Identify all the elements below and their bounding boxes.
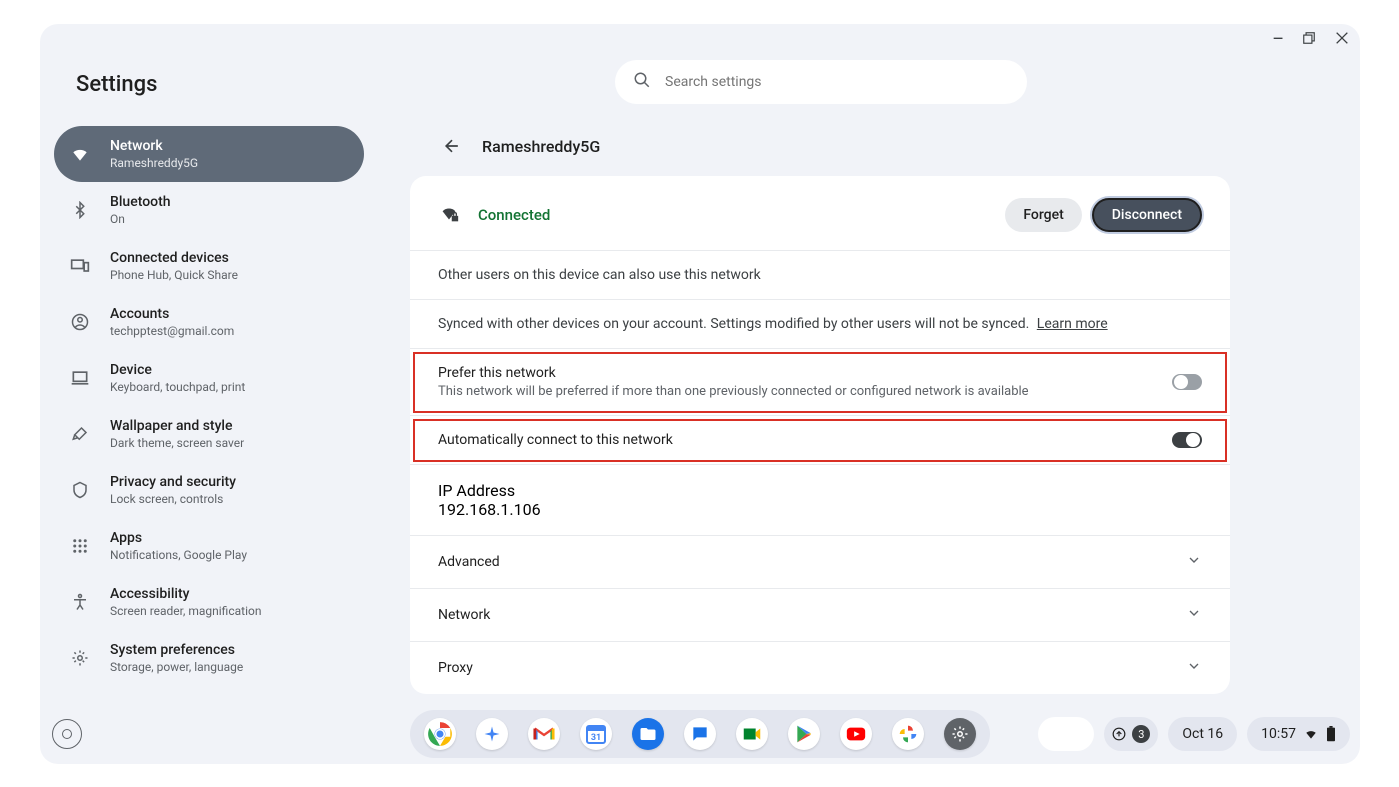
forget-button[interactable]: Forget [1005,198,1081,232]
tray-pen-input[interactable] [1038,717,1094,751]
app-gemini[interactable] [476,718,508,750]
ip-value: 192.168.1.106 [438,500,541,519]
sidebar-item-accounts[interactable]: Accountstechpptest@gmail.com [54,294,364,350]
wifi-lock-icon [438,203,462,227]
search-input[interactable] [665,74,1009,90]
wifi-icon [1304,727,1318,741]
battery-icon [1326,726,1336,742]
tray-status[interactable]: 10:57 [1247,717,1350,751]
app-youtube[interactable] [840,718,872,750]
sidebar-item-accessibility[interactable]: AccessibilityScreen reader, magnificatio… [54,574,364,630]
shared-info-text: Other users on this device can also use … [438,267,761,283]
sidebar-item-bluetooth[interactable]: BluetoothOn [54,182,364,238]
back-button[interactable] [440,134,464,158]
network-detail-card: Connected Forget Disconnect Other users … [410,176,1230,694]
search-icon [633,71,651,93]
sidebar-item-apps[interactable]: AppsNotifications, Google Play [54,518,364,574]
sidebar-item-network[interactable]: Network Rameshreddy5G [54,126,364,182]
auto-title: Automatically connect to this network [438,432,673,448]
app-calendar[interactable]: 31 [580,718,612,750]
launcher-button[interactable] [52,719,82,749]
svg-text:31: 31 [591,733,601,743]
sidebar-item-wallpaper[interactable]: Wallpaper and styleDark theme, screen sa… [54,406,364,462]
wifi-icon [68,142,92,166]
page-title: Rameshreddy5G [482,137,600,156]
shared-info-row: Other users on this device can also use … [410,251,1230,300]
auto-connect-toggle[interactable] [1172,432,1202,448]
auto-connect-row: Automatically connect to this network [410,416,1230,465]
app-title: Settings [76,72,157,97]
app-messages[interactable] [684,718,716,750]
sidebar-label: Network [110,138,198,154]
sidebar: Network Rameshreddy5G BluetoothOn Connect… [54,126,364,686]
app-files[interactable] [632,718,664,750]
sidebar-item-device[interactable]: DeviceKeyboard, touchpad, print [54,350,364,406]
bluetooth-icon [68,198,92,222]
proxy-section[interactable]: Proxy [410,642,1230,694]
account-icon [68,310,92,334]
tray-time: 10:57 [1261,726,1296,742]
gear-icon [68,646,92,670]
network-section[interactable]: Network [410,589,1230,642]
app-play-store[interactable] [788,718,820,750]
chevron-down-icon [1186,605,1202,625]
arrow-up-icon [1112,727,1126,741]
app-chrome[interactable] [424,718,456,750]
devices-icon [68,254,92,278]
sidebar-item-system[interactable]: System preferencesStorage, power, langua… [54,630,364,686]
close-button[interactable] [1334,30,1350,50]
connection-status: Connected [478,206,550,224]
laptop-icon [68,366,92,390]
prefer-network-row: Prefer this network This network will be… [410,349,1230,416]
chevron-down-icon [1186,552,1202,572]
disconnect-button[interactable]: Disconnect [1092,198,1202,232]
sidebar-item-privacy[interactable]: Privacy and securityLock screen, control… [54,462,364,518]
learn-more-link[interactable]: Learn more [1037,316,1108,332]
app-gmail[interactable] [528,718,560,750]
app-photos[interactable] [892,718,924,750]
prefer-desc: This network will be preferred if more t… [438,384,1029,399]
prefer-title: Prefer this network [438,365,1029,381]
main-panel: Rameshreddy5G Connected Forget Disconnec… [410,120,1230,710]
sync-info-row: Synced with other devices on your accoun… [410,300,1230,349]
chevron-down-icon [1186,658,1202,678]
search-bar[interactable] [615,60,1027,104]
ip-address-row: IP Address 192.168.1.106 [410,465,1230,536]
shield-icon [68,478,92,502]
settings-window: – Settings Network Rameshreddy5G Bluetoot… [40,24,1360,764]
notification-count: 3 [1132,725,1150,743]
advanced-section[interactable]: Advanced [410,536,1230,589]
tray-notifications[interactable]: 3 [1104,717,1158,751]
accessibility-icon [68,590,92,614]
ip-label: IP Address [438,481,541,500]
tray-date[interactable]: Oct 16 [1168,717,1237,751]
prefer-network-toggle[interactable] [1172,374,1202,390]
restore-button[interactable] [1302,31,1316,49]
app-dock: 31 [410,710,990,758]
brush-icon [68,422,92,446]
app-meet[interactable] [736,718,768,750]
sidebar-sub: Rameshreddy5G [110,156,198,170]
shelf: 31 3 Oct 16 10:57 [46,710,1354,758]
sync-info-text: Synced with other devices on your accoun… [438,316,1108,332]
window-controls: – [1272,30,1350,50]
sidebar-item-connected-devices[interactable]: Connected devicesPhone Hub, Quick Share [54,238,364,294]
app-settings[interactable] [944,718,976,750]
apps-icon [68,534,92,558]
minimize-button[interactable]: – [1272,31,1284,49]
status-row: Connected Forget Disconnect [410,176,1230,251]
system-tray: 3 Oct 16 10:57 [1038,714,1350,754]
